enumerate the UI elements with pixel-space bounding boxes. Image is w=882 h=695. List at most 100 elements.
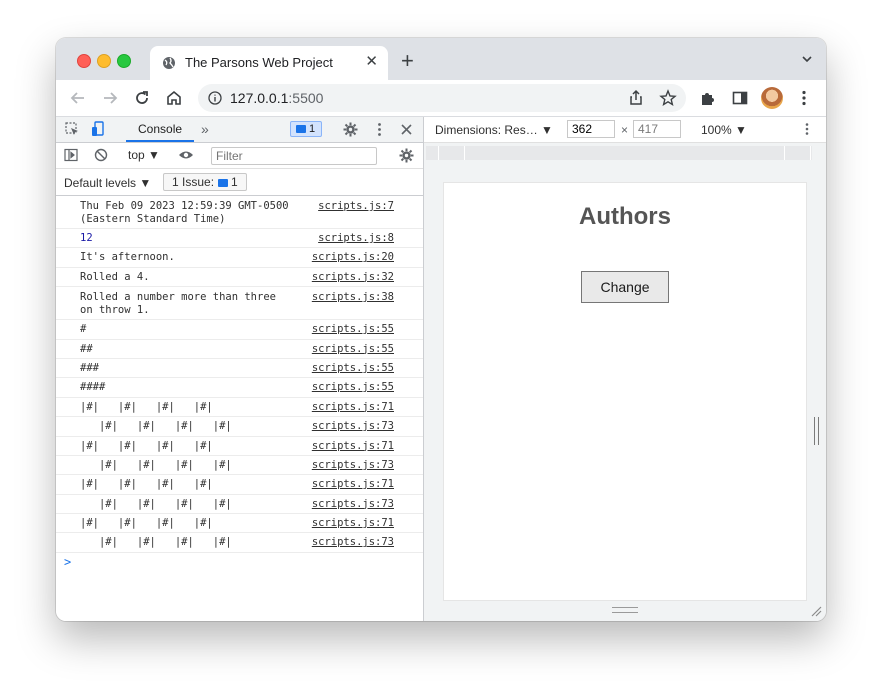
console-messages-badge[interactable]: 1 — [290, 121, 322, 137]
console-row: ## scripts.js:55 — [56, 340, 423, 359]
new-tab-button[interactable]: + — [401, 50, 414, 72]
side-panel-icon[interactable] — [730, 88, 750, 108]
source-link[interactable]: scripts.js:55 — [312, 323, 394, 336]
settings-gear-icon[interactable] — [343, 122, 358, 137]
console-row: |#| |#| |#| |#| scripts.js:71 — [56, 437, 423, 456]
source-link[interactable]: scripts.js:71 — [312, 440, 394, 453]
tab-console[interactable]: Console — [126, 117, 195, 142]
console-settings-gear-icon[interactable] — [399, 148, 414, 163]
ruler-segment — [464, 146, 465, 160]
media-query-ruler[interactable] — [426, 146, 812, 160]
share-icon[interactable] — [626, 88, 646, 108]
source-link[interactable]: scripts.js:55 — [312, 381, 394, 394]
message-icon — [296, 125, 306, 134]
source-link[interactable]: scripts.js:55 — [312, 343, 394, 356]
console-row: |#| |#| |#| |#| scripts.js:73 — [56, 533, 423, 553]
close-window-button[interactable] — [77, 54, 91, 68]
browser-tab-active[interactable]: The Parsons Web Project ✕ — [150, 46, 388, 80]
console-message: Thu Feb 09 2023 12:59:39 GMT-0500 (Easte… — [80, 200, 289, 225]
console-message: Rolled a number more than three on throw… — [80, 291, 276, 317]
device-toolbar: Dimensions: Res… ▼ × 100% ▼ — [424, 117, 826, 143]
source-link[interactable]: scripts.js:73 — [312, 536, 394, 549]
console-message: Rolled a 4. — [80, 270, 150, 283]
console-row: 12 scripts.js:8 — [56, 229, 423, 249]
console-message: |#| |#| |#| |#| — [80, 420, 232, 433]
source-link[interactable]: scripts.js:55 — [312, 362, 394, 375]
url-host: 127.0.0.1 — [230, 90, 289, 106]
devtools-panel: Console » 1 top ▼ Filter Default levels … — [56, 117, 424, 621]
issue-count: 1 — [231, 175, 238, 189]
corner-resize-handle-icon[interactable] — [810, 605, 822, 617]
close-devtools-icon[interactable] — [400, 123, 413, 136]
console-row: Thu Feb 09 2023 12:59:39 GMT-0500 (Easte… — [56, 196, 423, 229]
zoom-select[interactable]: 100% ▼ — [701, 123, 747, 137]
kebab-menu-icon[interactable] — [794, 88, 814, 108]
issues-button[interactable]: 1 Issue: 1 — [163, 173, 247, 191]
device-toolbar-icon[interactable] — [91, 121, 106, 138]
info-icon[interactable] — [208, 91, 222, 105]
change-button[interactable]: Change — [581, 271, 669, 303]
inspect-element-icon[interactable] — [65, 122, 80, 137]
height-input[interactable] — [633, 120, 681, 138]
eye-live-expression-icon[interactable] — [178, 149, 194, 161]
back-arrow-icon[interactable] — [68, 88, 88, 108]
console-row: |#| |#| |#| |#| scripts.js:73 — [56, 456, 423, 476]
ruler-segment — [784, 146, 785, 160]
url-text: 127.0.0.1:5500 — [230, 90, 323, 106]
more-tabs-icon[interactable]: » — [201, 121, 209, 137]
context-select[interactable]: top ▼ — [128, 148, 160, 162]
console-levels-bar: Default levels ▼ 1 Issue: 1 — [56, 169, 423, 196]
clear-console-icon[interactable] — [94, 148, 108, 162]
page-heading: Authors — [579, 203, 671, 230]
console-message: |#| |#| |#| |#| — [80, 517, 213, 530]
minimize-window-button[interactable] — [97, 54, 111, 68]
width-input[interactable] — [567, 120, 615, 138]
console-message: ## — [80, 342, 93, 355]
source-link[interactable]: scripts.js:7 — [318, 200, 394, 213]
width-resize-handle[interactable] — [814, 417, 819, 445]
devtools-menu-icon[interactable] — [372, 122, 387, 137]
console-row: |#| |#| |#| |#| scripts.js:71 — [56, 398, 423, 418]
source-link[interactable]: scripts.js:71 — [312, 517, 394, 530]
dimensions-select[interactable]: Dimensions: Res… ▼ — [435, 123, 553, 137]
console-row: |#| |#| |#| |#| scripts.js:73 — [56, 495, 423, 515]
console-message: |#| |#| |#| |#| — [80, 439, 213, 452]
console-message: ### — [80, 361, 99, 374]
source-link[interactable]: scripts.js:20 — [312, 251, 394, 264]
dimensions-label: Dimensions: Res… — [435, 123, 538, 137]
tab-close-icon[interactable]: ✕ — [365, 54, 378, 70]
source-link[interactable]: scripts.js:71 — [312, 478, 394, 491]
address-bar[interactable]: 127.0.0.1:5500 — [198, 84, 686, 112]
console-row: |#| |#| |#| |#| scripts.js:73 — [56, 417, 423, 437]
zoom-label: 100% — [701, 123, 732, 137]
chevron-down-icon[interactable] — [802, 54, 812, 64]
source-link[interactable]: scripts.js:73 — [312, 459, 394, 472]
source-link[interactable]: scripts.js:38 — [312, 291, 394, 304]
tab-title: The Parsons Web Project — [185, 55, 333, 70]
reload-icon[interactable] — [132, 88, 152, 108]
console-row: It's afternoon. scripts.js:20 — [56, 248, 423, 268]
source-link[interactable]: scripts.js:73 — [312, 420, 394, 433]
star-bookmark-icon[interactable] — [658, 88, 678, 108]
source-link[interactable]: scripts.js:71 — [312, 401, 394, 414]
console-toolbar: top ▼ — [56, 143, 423, 169]
console-row: #### scripts.js:55 — [56, 378, 423, 398]
tab-strip: The Parsons Web Project ✕ + — [56, 38, 826, 80]
home-icon[interactable] — [164, 88, 184, 108]
console-prompt[interactable]: > — [64, 555, 71, 569]
source-link[interactable]: scripts.js:73 — [312, 498, 394, 511]
profile-avatar[interactable] — [761, 87, 783, 109]
console-filter-input[interactable] — [211, 147, 377, 165]
sidebar-toggle-icon[interactable] — [64, 148, 78, 162]
console-message: 12 — [80, 232, 93, 244]
source-link[interactable]: scripts.js:8 — [318, 232, 394, 245]
source-link[interactable]: scripts.js:32 — [312, 271, 394, 284]
console-row: |#| |#| |#| |#| scripts.js:71 — [56, 514, 423, 534]
height-resize-handle[interactable] — [612, 607, 638, 613]
forward-arrow-icon[interactable] — [100, 88, 120, 108]
log-levels-select[interactable]: Default levels ▼ — [64, 176, 151, 190]
maximize-window-button[interactable] — [117, 54, 131, 68]
device-options-menu-icon[interactable] — [800, 122, 814, 136]
levels-label: Default levels — [64, 176, 137, 190]
extensions-puzzle-icon[interactable] — [698, 88, 718, 108]
